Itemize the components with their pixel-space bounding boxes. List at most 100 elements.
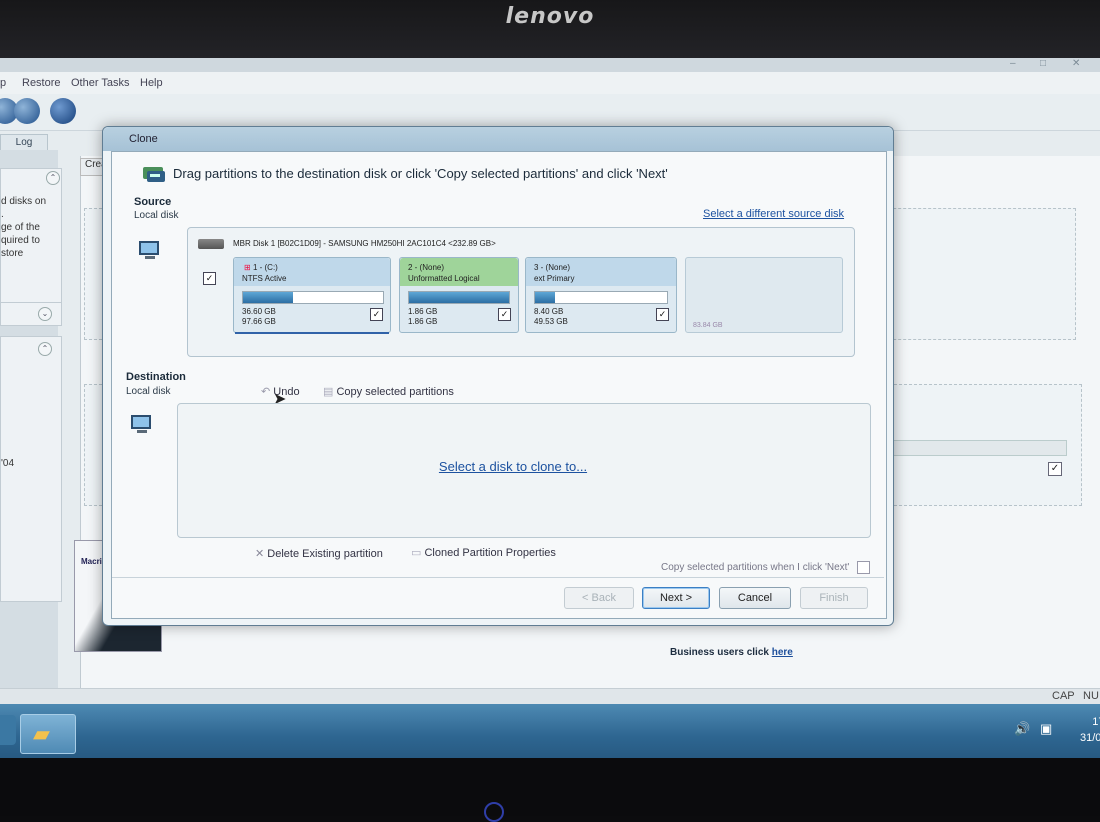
left-collapsed-box [0,302,62,326]
delete-partition-label: Delete Existing partition [267,548,383,560]
select-different-source-link[interactable]: Select a different source disk [703,208,844,220]
chevron-up-icon[interactable]: ⌃ [46,171,60,185]
business-users-text: Business users click here [670,647,793,658]
caps-lock-indicator: CAP [1052,690,1075,702]
left-info-line: quired to [1,235,40,246]
partition-total: 97.66 GB [242,317,276,326]
back-button[interactable]: < Back [564,587,634,609]
finish-button[interactable]: Finish [800,587,868,609]
business-text: Business users click [670,647,769,658]
disk-image-icon[interactable] [50,98,76,124]
left-lower-box: '04 [0,336,62,602]
speaker-icon[interactable]: 🔊 [1014,721,1030,737]
partition-type: ext Primary [534,274,575,283]
partition-2-checkbox[interactable]: ✓ [498,308,511,321]
partition-name-text: 1 - (C:) [252,263,278,272]
dialog-title-bar: Clone [103,127,893,151]
chevron-down-icon[interactable]: ⌄ [38,307,52,321]
partition-usage-fill [409,292,509,303]
menu-help[interactable]: Help [140,77,163,89]
business-here-link[interactable]: here [772,647,793,658]
close-icon[interactable]: ✕ [1072,58,1080,69]
partition-selection-indicator [235,332,389,334]
partition-usage-fill [243,292,294,303]
partition-usage-bar [534,291,668,304]
select-disk-to-clone-link[interactable]: Select a disk to clone to... [103,459,923,474]
background-checkbox[interactable]: ✓ [1048,462,1062,476]
computer-icon [139,241,159,259]
partition-3-checkbox[interactable]: ✓ [656,308,669,321]
minimize-icon[interactable]: – [1010,58,1016,69]
source-disk-label: MBR Disk 1 [B02C1D09] - SAMSUNG HM250HI … [233,239,496,248]
menu-other-tasks[interactable]: Other Tasks [71,77,130,89]
network-icon[interactable]: ▣ [1040,721,1052,737]
destination-label: Destination [126,371,186,383]
left-info-line: d disks on [1,196,47,207]
partition-usage-bar [242,291,384,304]
partition-name: ⊞ 1 - (C:) [244,263,278,272]
taskbar [0,704,1100,758]
partition-usage-fill [535,292,555,303]
explorer-taskbar-button[interactable]: ▰ [20,714,76,754]
app-title-bar: – □ ✕ [0,58,1100,72]
unallocated-size: 83.84 GB [693,322,723,329]
chevron-up-icon[interactable]: ⌃ [38,342,52,356]
laptop-bezel-top: lenovo [0,0,1100,58]
left-info-line: ge of the [1,222,40,233]
menu-restore[interactable]: Restore [22,77,61,89]
partition-type: NTFS Active [242,274,287,283]
delete-existing-partition-button[interactable]: ✕ Delete Existing partition [255,547,383,560]
start-button[interactable] [0,715,16,745]
cloned-partition-properties-button[interactable]: ▭ Cloned Partition Properties [411,546,556,559]
source-label: Source [134,196,172,208]
undo-icon: ↶ [261,386,271,398]
partition-3[interactable]: 3 - (None) ext Primary 8.40 GB 49.53 GB … [525,257,677,333]
delete-x-icon: ✕ [255,548,265,560]
partition-name: 2 - (None) [408,263,445,272]
num-lock-indicator: NU [1083,690,1099,702]
partition-1[interactable]: ⊞ 1 - (C:) NTFS Active 36.60 GB 97.66 GB… [233,257,391,333]
left-info-box: d disks on . ge of the quired to store [0,168,62,316]
select-all-partitions-checkbox[interactable]: ✓ [203,272,216,285]
left-info-line: store [1,248,24,259]
dialog-title: Clone [129,133,158,145]
left-lower-text: '04 [1,458,15,469]
next-button[interactable]: Next > [642,587,710,609]
clone-wizard-icon [143,167,165,182]
background-progress [890,440,1067,456]
partition-used: 36.60 GB [242,307,276,316]
copy-icon: ▤ [323,386,334,398]
hard-disk-icon [198,239,224,249]
partition-2[interactable]: 2 - (None) Unformatted Logical 1.86 GB 1… [399,257,519,333]
footer-divider [112,577,884,578]
laptop-bezel-bottom [0,758,1100,816]
screen: – □ ✕ p Restore Other Tasks Help Log d d… [0,58,1100,758]
lenovo-logo: lenovo [505,4,595,29]
product-box-text: Macri [81,557,102,566]
clock-time: 17: [1092,716,1100,728]
cloned-props-label: Cloned Partition Properties [424,547,556,559]
copy-on-next-checkbox[interactable] [857,561,870,574]
cancel-button[interactable]: Cancel [719,587,791,609]
partition-1-checkbox[interactable]: ✓ [370,308,383,321]
copy-selected-label: Copy selected partitions [336,386,454,398]
properties-icon: ▭ [411,547,422,559]
instruction-text: Drag partitions to the destination disk … [173,166,668,181]
status-bar [0,688,1100,705]
partition-used: 8.40 GB [534,307,564,316]
partition-total: 49.53 GB [534,317,568,326]
menu-backup[interactable]: p [0,77,6,89]
clock-date: 31/03 [1080,732,1100,744]
folder-icon: ▰ [33,721,50,746]
maximize-icon[interactable]: □ [1040,58,1046,69]
partition-name: 3 - (None) [534,263,571,272]
partition-used: 1.86 GB [408,307,438,316]
copy-selected-partitions-button[interactable]: ▤ Copy selected partitions [323,385,454,398]
destination-sublabel: Local disk [126,386,171,397]
clone-dialog: Clone Drag partitions to the destination… [102,126,894,626]
partition-type: Unformatted Logical [408,274,480,283]
menu-bar: p Restore Other Tasks Help [0,72,1100,94]
globe-icon[interactable] [14,98,40,124]
computer-icon [131,415,151,433]
taskbar-clock[interactable]: 17: 31/03 [1080,714,1100,746]
